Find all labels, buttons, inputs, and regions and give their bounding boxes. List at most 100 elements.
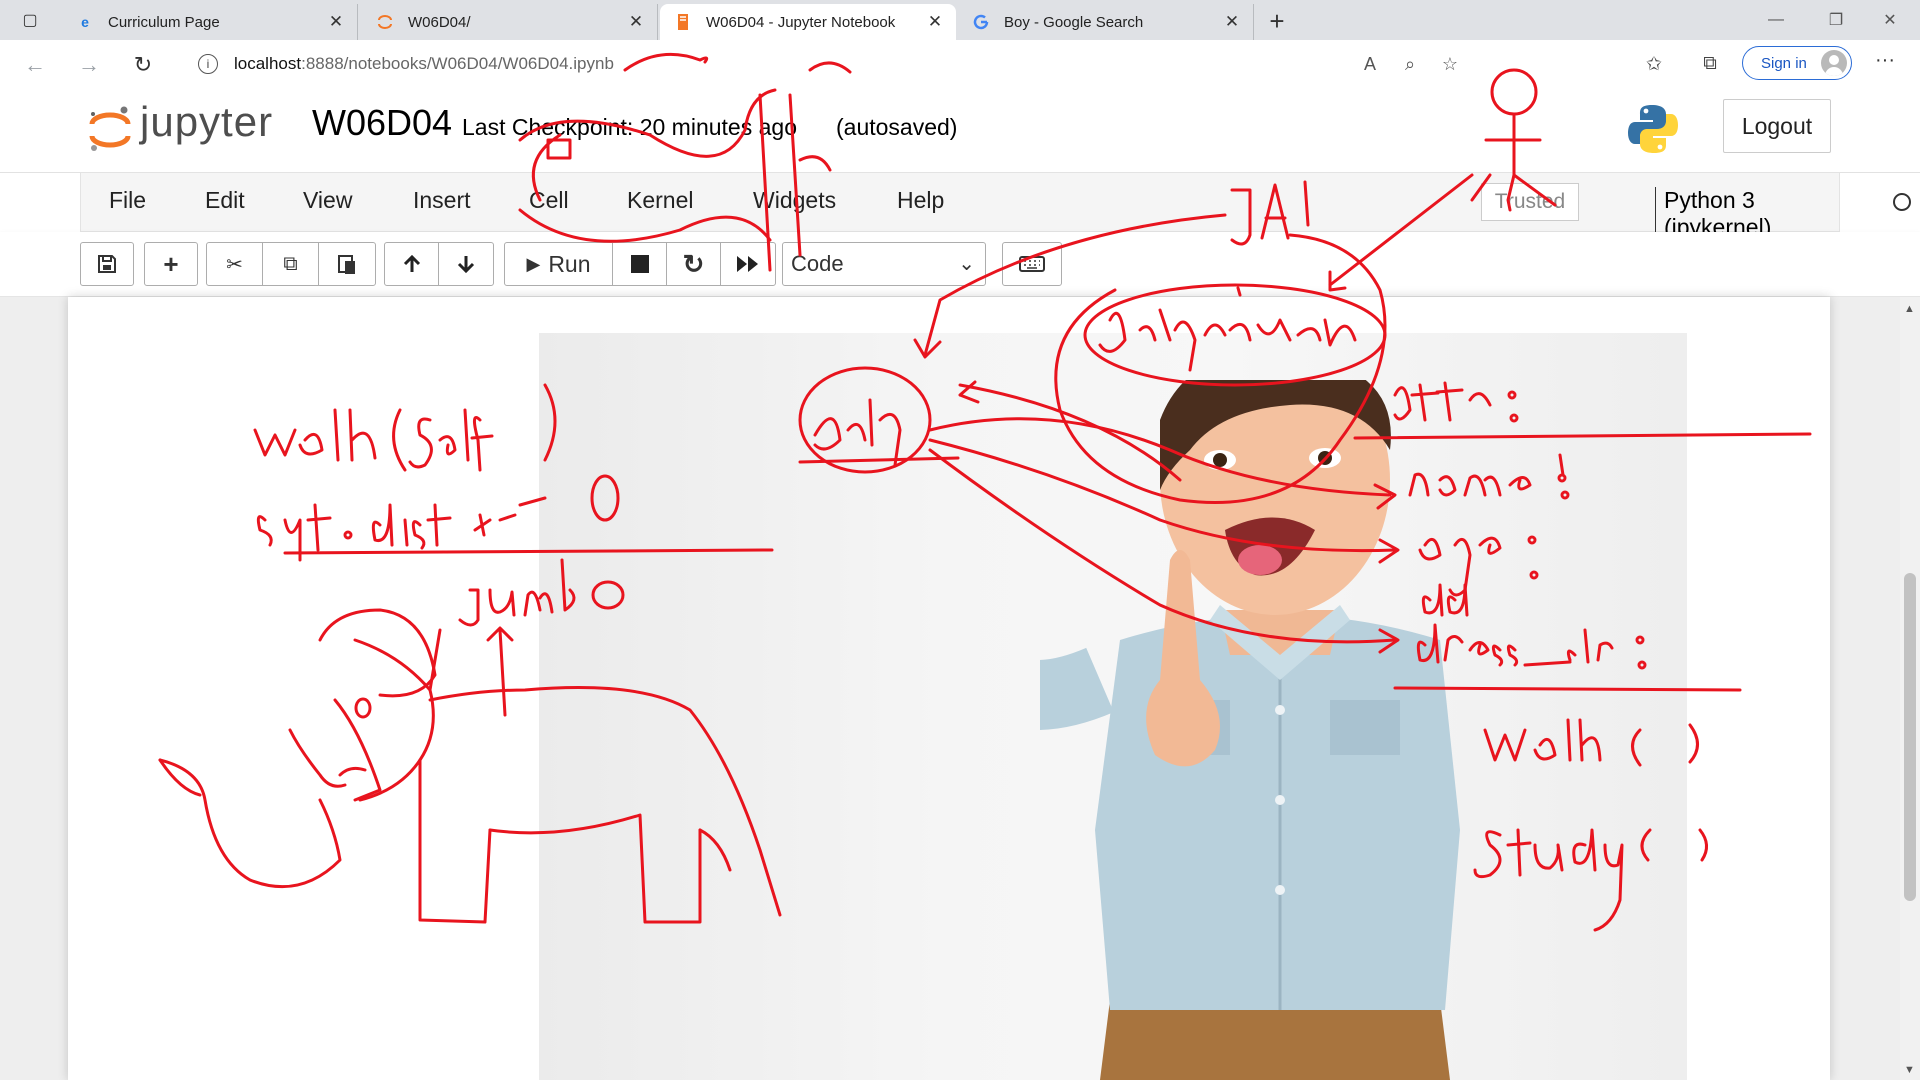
tab-title: Boy - Google Search [1004, 13, 1144, 31]
save-group [80, 242, 134, 286]
menu-cell[interactable]: Cell [529, 187, 569, 214]
google-icon [972, 13, 990, 31]
checkpoint-status: Last Checkpoint: 20 minutes ago [462, 114, 797, 140]
save-button[interactable] [81, 243, 133, 285]
favorites-icon[interactable]: ✩ [1634, 50, 1674, 78]
jupyter-wordmark: jupyter [140, 98, 274, 145]
avatar [1821, 50, 1847, 76]
close-icon[interactable]: ✕ [1223, 12, 1241, 32]
scroll-down-icon[interactable]: ▼ [1904, 1064, 1915, 1076]
scroll-up-icon[interactable]: ▲ [1904, 303, 1915, 315]
logout-button[interactable]: Logout [1723, 99, 1831, 153]
url-host: localhost [234, 54, 302, 73]
notebook-toolbar: + ✂ ⧉ ▶ Run ↻ Code ⌄ [0, 232, 1920, 297]
command-palette-button[interactable] [1003, 243, 1061, 285]
insert-cell-button[interactable]: + [145, 243, 197, 285]
close-icon[interactable]: ✕ [327, 12, 345, 32]
tab-curriculum-page[interactable]: e Curriculum Page ✕ [62, 4, 358, 40]
play-icon: ▶ [526, 253, 541, 274]
arrow-up-icon [403, 254, 420, 272]
paste-icon [338, 255, 355, 274]
sign-in-button[interactable]: Sign in [1742, 46, 1852, 80]
floppy-icon [98, 255, 116, 273]
restore-icon[interactable]: ❐ [1806, 6, 1866, 34]
tab-title: W06D04/ [408, 13, 471, 31]
restart-button[interactable]: ↻ [667, 243, 721, 285]
close-icon[interactable]: ✕ [627, 12, 645, 32]
copy-button[interactable]: ⧉ [263, 243, 319, 285]
jupyter-logo-icon[interactable] [86, 104, 134, 154]
boy-photo [1040, 380, 1460, 1080]
read-aloud-icon[interactable]: A [1350, 54, 1390, 75]
site-info-icon[interactable]: i [198, 54, 218, 74]
menu-file[interactable]: File [109, 187, 146, 214]
move-up-button[interactable] [385, 243, 439, 285]
tab-jupyter-notebook[interactable]: W06D04 - Jupyter Notebook ✕ [660, 4, 956, 40]
arrow-down-icon [457, 256, 475, 274]
new-tab-button[interactable]: + [1262, 6, 1292, 36]
notebook-icon [674, 13, 692, 31]
python-logo-icon [1628, 105, 1678, 153]
back-arrow-icon[interactable]: ← [20, 50, 50, 80]
restart-icon: ↻ [682, 248, 705, 279]
scissors-icon: ✂ [226, 253, 243, 276]
tab-title: Curriculum Page [108, 13, 220, 31]
notebook-container [0, 297, 1900, 1080]
collections-icon[interactable]: ⧉ [1690, 50, 1730, 78]
vertical-scrollbar[interactable]: ▲ ▼ [1900, 297, 1920, 1080]
run-label: Run [548, 250, 591, 277]
tab-title: W06D04 - Jupyter Notebook [706, 13, 896, 31]
chevron-down-icon: ⌄ [958, 253, 975, 275]
edit-group: ✂ ⧉ [206, 242, 376, 286]
url-field[interactable]: i localhost:8888/notebooks/W06D04/W06D04… [180, 46, 1470, 82]
fast-forward-icon [737, 256, 758, 272]
notebook-name[interactable]: W06D04 [312, 102, 452, 144]
command-palette-group [1002, 242, 1062, 286]
refresh-icon[interactable]: ↻ [128, 50, 158, 80]
menu-insert[interactable]: Insert [413, 187, 471, 214]
minimize-icon[interactable]: — [1746, 6, 1806, 34]
more-options-icon[interactable]: ··· [1870, 50, 1900, 78]
restart-run-all-button[interactable] [721, 243, 775, 285]
keyboard-icon [1019, 256, 1045, 272]
browser-tab-strip: ▢ e Curriculum Page ✕ W06D04/ ✕ W06D04 -… [0, 0, 1920, 40]
menu-edit[interactable]: Edit [205, 187, 245, 214]
move-down-button[interactable] [439, 243, 493, 285]
tab-boy-google-search[interactable]: Boy - Google Search ✕ [958, 4, 1254, 40]
tab-w06d04[interactable]: W06D04/ ✕ [362, 4, 658, 40]
forward-arrow-icon[interactable]: → [74, 50, 104, 80]
kernel-status-icon [1893, 193, 1911, 211]
menu-widgets[interactable]: Widgets [753, 187, 836, 214]
insert-group: + [144, 242, 198, 286]
run-group: ▶ Run ↻ [504, 242, 776, 286]
move-group [384, 242, 494, 286]
edge-icon: e [81, 14, 89, 30]
scrollbar-thumb[interactable] [1904, 573, 1916, 901]
copy-icon: ⧉ [283, 252, 298, 275]
cell-type-select[interactable]: Code ⌄ [782, 242, 986, 286]
window-close-icon[interactable]: ✕ [1860, 6, 1920, 34]
close-icon[interactable]: ✕ [926, 12, 944, 32]
sign-in-label: Sign in [1761, 54, 1807, 72]
cut-button[interactable]: ✂ [207, 243, 263, 285]
autosave-status: (autosaved) [836, 114, 958, 140]
jupyter-icon [376, 13, 394, 31]
trusted-indicator[interactable]: Trusted [1481, 183, 1579, 221]
menu-kernel[interactable]: Kernel [627, 187, 693, 214]
stop-icon [630, 255, 649, 273]
zoom-icon[interactable]: ⌕ [1390, 54, 1430, 75]
menu-help[interactable]: Help [897, 187, 944, 214]
jupyter-header: jupyter W06D04 Last Checkpoint: 20 minut… [0, 88, 1920, 173]
notebook-menu-bar: File Edit View Insert Cell Kernel Widget… [80, 172, 1911, 241]
menu-view[interactable]: View [303, 187, 352, 214]
paste-button[interactable] [319, 243, 375, 285]
tab-actions-icon[interactable]: ▢ [12, 8, 48, 32]
interrupt-button[interactable] [613, 243, 667, 285]
address-bar-row: ← → ↻ i localhost:8888/notebooks/W06D04/… [0, 40, 1920, 89]
run-button[interactable]: ▶ Run [505, 243, 613, 285]
notebook-page [68, 297, 1830, 1080]
add-favorite-icon[interactable]: ☆ [1430, 54, 1470, 75]
url-path: :8888/notebooks/W06D04/W06D04.ipynb [301, 54, 614, 73]
omnibox-tools: A ⌕ ☆ [1350, 46, 1470, 82]
cell-type-value: Code [791, 251, 844, 276]
